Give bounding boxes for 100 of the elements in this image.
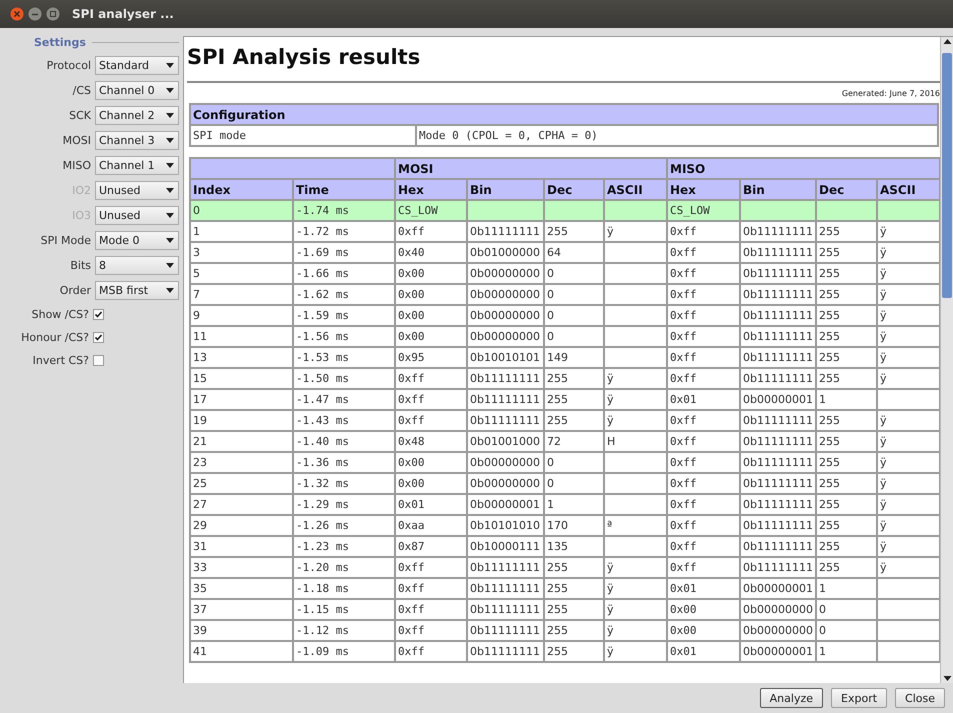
table-cell: 1	[816, 578, 877, 599]
table-cell: 0b11111111	[467, 368, 544, 389]
table-cell: ÿ	[877, 410, 940, 431]
table-cell: ÿ	[877, 536, 940, 557]
table-cell: 255	[816, 242, 877, 263]
table-cell: 33	[190, 557, 293, 578]
table-cell: 0b00000000	[467, 305, 544, 326]
column-header: Dec	[544, 179, 604, 200]
dialog-button[interactable]: Analyze	[760, 688, 824, 708]
table-cell: -1.12 ms	[293, 620, 395, 641]
table-cell: 0b11111111	[740, 410, 816, 431]
table-cell: 255	[544, 641, 604, 662]
report-title: SPI Analysis results	[187, 45, 422, 69]
table-cell: 1	[816, 641, 877, 662]
table-cell: 0b11111111	[740, 473, 816, 494]
table-cell: 0b11111111	[740, 305, 816, 326]
table-cell: 135	[544, 536, 604, 557]
checkbox[interactable]	[93, 332, 104, 342]
table-cell: 0xff	[667, 305, 740, 326]
table-cell: ÿ	[877, 347, 940, 368]
minimize-icon[interactable]	[28, 7, 42, 21]
scrollbar-thumb[interactable]	[942, 53, 952, 298]
table-cell: 0x01	[667, 641, 740, 662]
close-icon[interactable]	[10, 7, 24, 21]
table-cell: 255	[816, 410, 877, 431]
table-cell: 35	[190, 578, 293, 599]
table-cell: -1.47 ms	[293, 389, 395, 410]
table-cell: 0b11111111	[467, 221, 544, 242]
table-cell: -1.72 ms	[293, 221, 395, 242]
generated-date: Generated: June 7, 2016	[842, 89, 940, 98]
table-cell: 7	[190, 284, 293, 305]
table-cell: 3	[190, 242, 293, 263]
dropdown[interactable]: Channel 3	[95, 130, 179, 150]
dropdown[interactable]: Channel 2	[95, 106, 179, 124]
table-cell: 0x01	[667, 389, 740, 410]
table-cell: 23	[190, 452, 293, 473]
table-cell: 0b11111111	[467, 389, 544, 410]
dropdown[interactable]: Standard	[95, 56, 179, 74]
table-cell: 255	[544, 368, 604, 389]
table-cell: 0b11111111	[740, 515, 816, 536]
table-cell: 13	[190, 347, 293, 368]
table-cell: 0b11111111	[740, 284, 816, 305]
caret-icon	[166, 162, 174, 168]
table-header: MISO	[667, 158, 940, 179]
dialog-button[interactable]: Close	[895, 688, 945, 708]
table-cell: 0	[544, 326, 604, 347]
column-header: Hex	[395, 179, 467, 200]
setting-label: SPI Mode	[40, 234, 91, 246]
table-cell: 19	[190, 410, 293, 431]
table-cell: 39	[190, 620, 293, 641]
scroll-down-icon[interactable]	[942, 673, 952, 683]
table-cell: -1.43 ms	[293, 410, 395, 431]
table-cell: SPI mode	[190, 125, 416, 146]
maximize-icon[interactable]	[46, 7, 60, 21]
table-cell: CS_LOW	[667, 200, 740, 221]
table-cell: -1.09 ms	[293, 641, 395, 662]
setting-label: /CS	[72, 84, 91, 96]
table-cell: ÿ	[877, 305, 940, 326]
setting-label: MOSI	[62, 134, 91, 146]
setting-label: Protocol	[46, 58, 91, 72]
table-cell: 0	[544, 305, 604, 326]
column-header: Dec	[816, 179, 877, 200]
table-cell: ÿ	[877, 494, 940, 515]
setting-label: Order	[60, 284, 91, 296]
dialog-button[interactable]: Export	[831, 688, 888, 708]
table-cell: 0xff	[395, 221, 467, 242]
table-cell: 0b10101010	[467, 515, 544, 536]
table-cell: -1.36 ms	[293, 452, 395, 473]
table-cell: 0b11111111	[740, 242, 816, 263]
dropdown[interactable]: Channel 1	[95, 156, 179, 174]
table-cell: ÿ	[877, 473, 940, 494]
table-cell: 0b11111111	[740, 494, 816, 515]
table-cell: -1.50 ms	[293, 368, 395, 389]
dropdown[interactable]: Mode 0	[95, 230, 179, 250]
table-cell: 17	[190, 389, 293, 410]
checkbox[interactable]	[93, 354, 104, 366]
caret-icon	[166, 238, 174, 242]
dropdown[interactable]: MSB first	[95, 280, 179, 300]
table-cell: 1	[816, 389, 877, 410]
table-cell: ÿ	[604, 641, 667, 662]
scroll-up-icon[interactable]	[942, 37, 952, 47]
dropdown[interactable]: 8	[95, 256, 179, 274]
table-cell: -1.66 ms	[293, 263, 395, 284]
table-cell: 0b11111111	[740, 431, 816, 452]
table-cell: 0xff	[667, 431, 740, 452]
checkbox[interactable]	[93, 308, 104, 320]
table-cell: 0xff	[395, 599, 467, 620]
table-cell: 5	[190, 263, 293, 284]
table-cell: 0x00	[395, 452, 467, 473]
table-cell: 0xff	[395, 641, 467, 662]
table-cell: ÿ	[604, 620, 667, 641]
checkbox-label: Honour /CS?	[21, 330, 89, 344]
table-cell: 9	[190, 305, 293, 326]
table-cell: 255	[816, 263, 877, 284]
table-cell: 0b00000001	[740, 641, 816, 662]
table-cell: 0b00000000	[740, 620, 816, 641]
table-cell: 11	[190, 326, 293, 347]
table-cell: 0b00000000	[467, 473, 544, 494]
table-cell: -1.53 ms	[293, 347, 395, 368]
dropdown[interactable]: Channel 0	[95, 80, 179, 100]
